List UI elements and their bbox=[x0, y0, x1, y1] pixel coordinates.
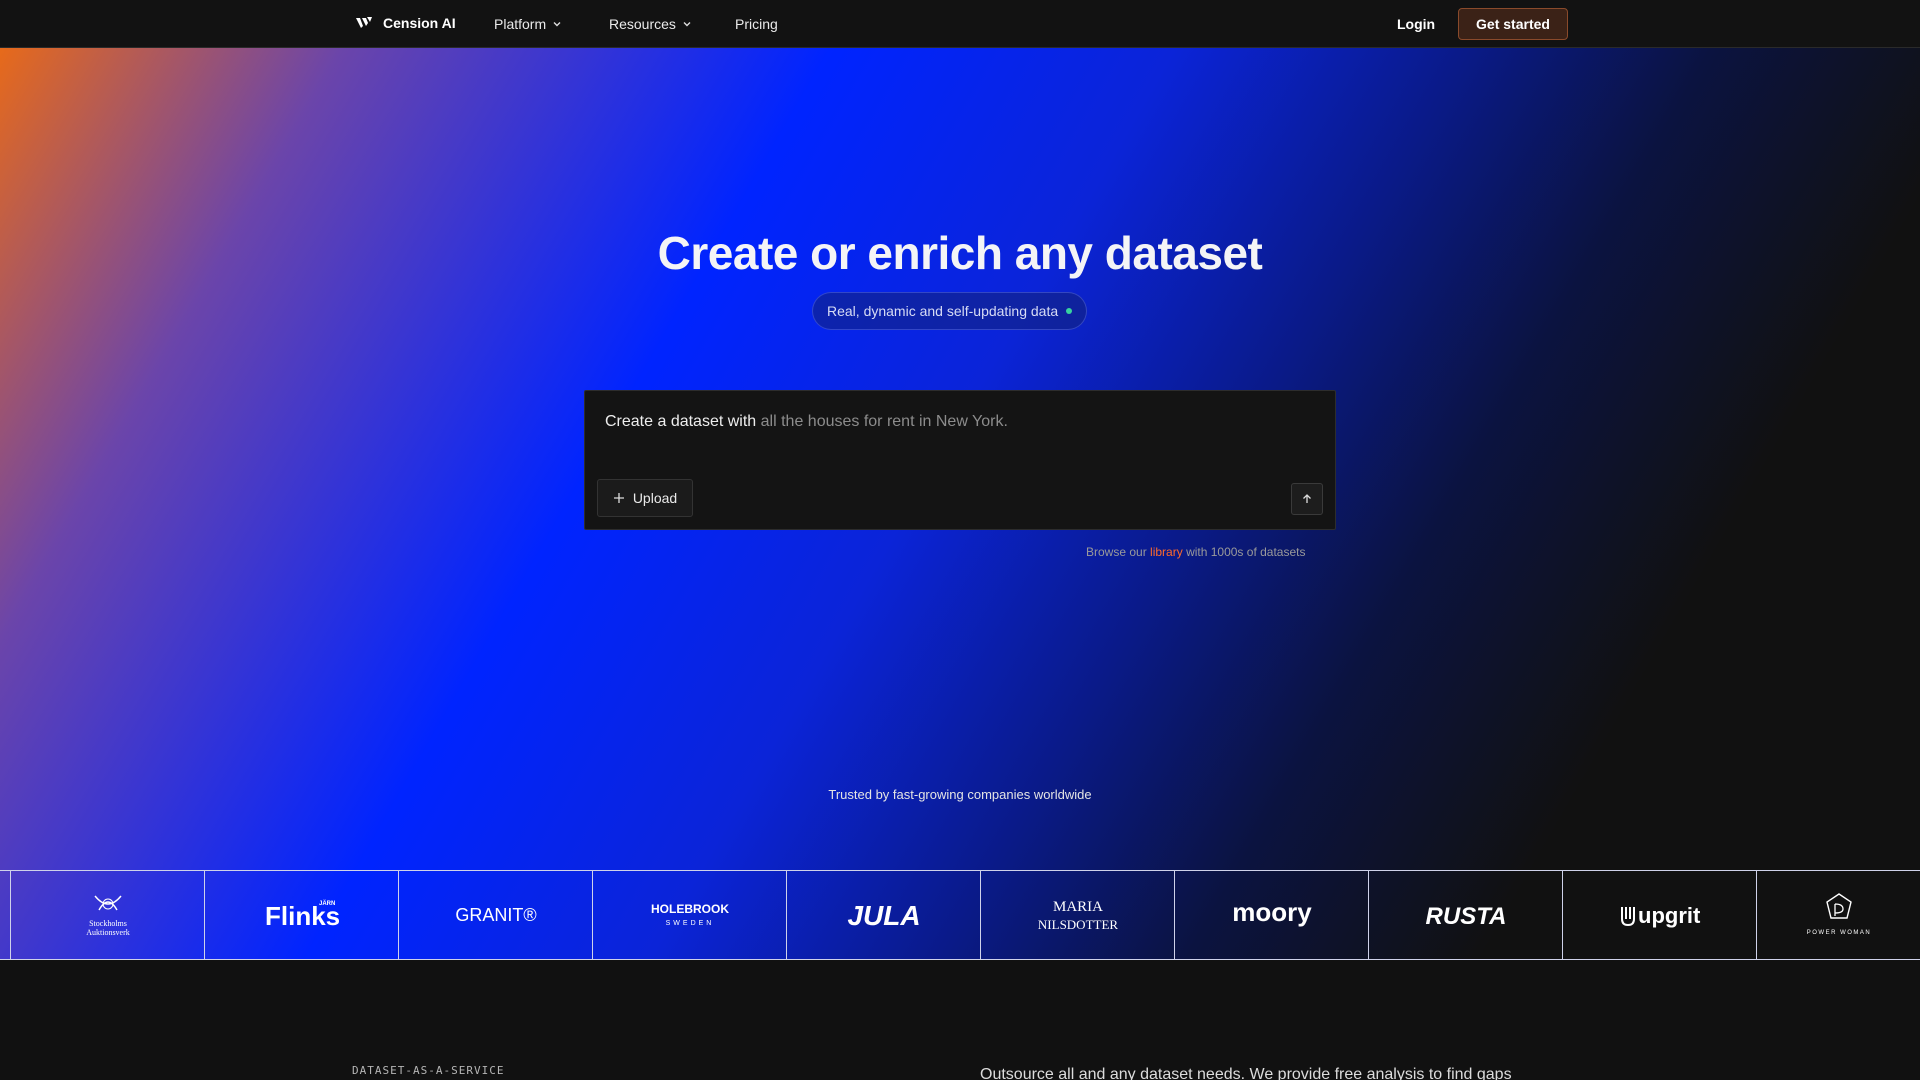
library-link[interactable]: library bbox=[1150, 545, 1183, 559]
prompt-placeholder: all the houses for rent in New York. bbox=[760, 413, 1008, 430]
logo-text: moory bbox=[1232, 897, 1312, 927]
submit-button[interactable] bbox=[1291, 483, 1323, 515]
hero-title: Create or enrich any dataset bbox=[657, 227, 1263, 279]
hero-section: Create or enrich any dataset Real, dynam… bbox=[0, 48, 1920, 960]
nav-pricing-label: Pricing bbox=[735, 16, 778, 32]
logo-holebrook: HOLEBROOK SWEDEN bbox=[592, 871, 786, 959]
logo-line2: SWEDEN bbox=[665, 920, 714, 927]
upload-label: Upload bbox=[632, 490, 678, 506]
logo-small: JÄRN bbox=[319, 900, 335, 907]
holebrook-logo: HOLEBROOK SWEDEN bbox=[651, 902, 729, 927]
moory-logo: moory bbox=[1232, 897, 1312, 927]
section-eyebrow: DATASET-AS-A-SERVICE bbox=[352, 1064, 505, 1077]
maria-nilsdotter-logo: MARIA NILSDOTTER bbox=[1037, 899, 1117, 932]
upload-button[interactable]: Upload bbox=[597, 479, 693, 517]
login-link[interactable]: Login bbox=[1397, 16, 1435, 32]
logo-moory: moory bbox=[1174, 871, 1368, 959]
logo-text: JULA bbox=[847, 900, 920, 931]
get-started-button[interactable]: Get started bbox=[1458, 8, 1568, 40]
lower-section: DATASET-AS-A-SERVICE Outsource all and a… bbox=[0, 960, 1920, 1080]
chevron-down-icon bbox=[683, 22, 691, 27]
logo-stockholms-auktionsverk: Stockholms Auktionsverk bbox=[10, 871, 204, 959]
nav-resources-label: Resources bbox=[609, 16, 676, 32]
logo-text: RUSTA bbox=[1425, 903, 1506, 930]
logo-line2: Auktionsverk bbox=[86, 928, 130, 937]
browse-library-note: Browse our library with 1000s of dataset… bbox=[1086, 545, 1305, 559]
flinks-logo: Flinks JÄRN bbox=[265, 900, 340, 931]
browse-suffix: with 1000s of datasets bbox=[1186, 545, 1306, 559]
plus-icon bbox=[613, 493, 624, 503]
stockholms-auktionsverk-logo: Stockholms Auktionsverk bbox=[86, 895, 130, 937]
arrow-up-icon bbox=[1303, 494, 1311, 503]
nav-platform-label: Platform bbox=[494, 16, 547, 32]
logo-upgrit: upgrit bbox=[1562, 871, 1756, 959]
tagline-pill: Real, dynamic and self-updating data bbox=[812, 292, 1088, 330]
nav-resources[interactable]: Resources bbox=[609, 16, 692, 32]
logo-power-woman: POWER WOMAN bbox=[1756, 871, 1920, 959]
logo-jula: JULA bbox=[786, 871, 980, 959]
brand-name: Cension AI bbox=[383, 15, 456, 31]
logo-granit: GRANIT® bbox=[398, 871, 592, 959]
chevron-down-icon bbox=[553, 22, 561, 27]
logo-rusta: RUSTA bbox=[1368, 871, 1562, 959]
logo-text: POWER WOMAN bbox=[1806, 930, 1871, 936]
prompt-input[interactable]: Create a dataset with all the houses for… bbox=[605, 413, 1008, 431]
nav-platform[interactable]: Platform bbox=[494, 16, 562, 32]
logo-line2: NILSDOTTER bbox=[1037, 917, 1117, 932]
granit-logo: GRANIT® bbox=[455, 905, 536, 925]
logo-line1: HOLEBROOK bbox=[651, 902, 729, 916]
logo-line1: Stockholms bbox=[89, 919, 127, 928]
logo-maria-nilsdotter: MARIA NILSDOTTER bbox=[980, 871, 1174, 959]
jula-logo: JULA bbox=[847, 900, 920, 931]
tagline-text: Real, dynamic and self-updating data bbox=[827, 303, 1059, 319]
logo-text: upgrit bbox=[1638, 903, 1701, 928]
rusta-logo: RUSTA bbox=[1425, 903, 1506, 930]
upgrit-logo: upgrit bbox=[1620, 903, 1701, 928]
status-dot-icon bbox=[1066, 308, 1073, 314]
power-woman-logo: POWER WOMAN bbox=[1806, 893, 1871, 936]
logo-flinks: Flinks JÄRN bbox=[204, 871, 398, 959]
logo-line1: MARIA bbox=[1052, 899, 1102, 915]
logo-text: GRANIT® bbox=[455, 905, 536, 925]
customer-logos-strip: Stockholms Auktionsverk Flinks JÄRN GRAN… bbox=[0, 870, 1920, 960]
brand-link[interactable]: Cension AI bbox=[355, 14, 456, 32]
section-intro-text: Outsource all and any dataset needs. We … bbox=[980, 1066, 1512, 1080]
prompt-lead-text: Create a dataset with bbox=[605, 413, 757, 430]
trusted-by-heading: Trusted by fast-growing companies worldw… bbox=[828, 787, 1092, 802]
browse-prefix: Browse our bbox=[1086, 545, 1147, 559]
nav-pricing[interactable]: Pricing bbox=[735, 16, 778, 32]
top-navigation: Cension AI Platform Resources Pricing Lo… bbox=[0, 0, 1920, 48]
dataset-prompt-box[interactable]: Create a dataset with all the houses for… bbox=[584, 390, 1336, 530]
cension-logo-icon bbox=[356, 17, 372, 28]
